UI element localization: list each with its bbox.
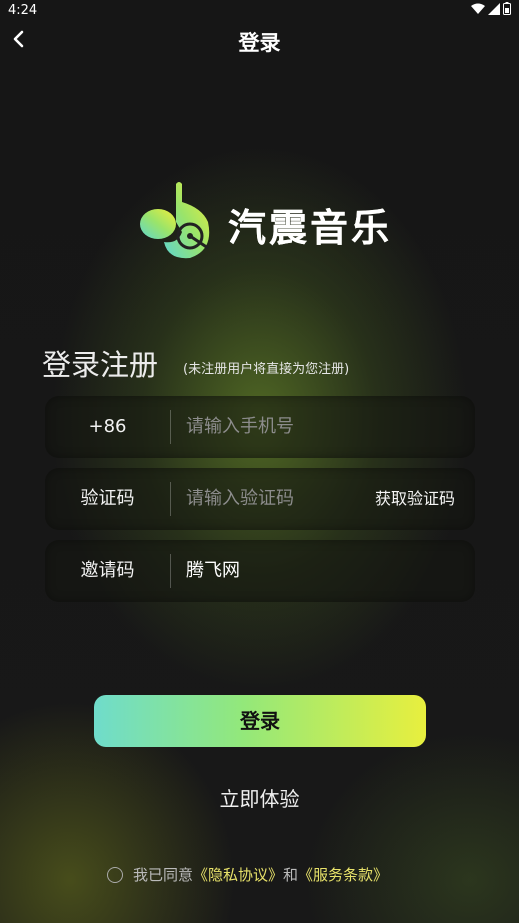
wifi-icon [471,3,485,14]
status-time: 4:24 [8,3,38,18]
code-input[interactable] [186,468,356,530]
agree-prefix: 我已同意 [133,866,194,884]
invite-row: 邀请码 [45,540,475,602]
terms-link[interactable]: 《服务条款》 [298,864,388,885]
divider [170,554,171,588]
section-subtitle: (未注册用户将直接为您注册) [183,362,350,377]
page-title: 登录 [238,31,281,55]
privacy-link[interactable]: 《隐私协议》 [193,864,283,885]
agree-radio[interactable] [107,866,123,883]
invite-input[interactable] [186,540,446,602]
phone-input[interactable] [186,396,446,458]
battery-icon [503,2,511,15]
agreement: 我已同意 《隐私协议》 和 《服务条款》 [107,864,388,885]
code-label: 验证码 [80,488,135,509]
country-code[interactable]: +86 [45,396,170,458]
agree-and: 和 [283,866,299,884]
signal-icon [488,2,500,15]
phone-row: +86 [45,396,475,458]
divider [170,482,171,516]
section-title: 登录注册 [42,348,159,382]
status-icons [471,2,511,15]
brand-name: 汽震音乐 [228,197,392,252]
invite-label: 邀请码 [80,560,135,581]
code-row: 验证码 获取验证码 [45,468,475,530]
login-button[interactable]: 登录 [94,695,426,747]
try-now-link[interactable]: 立即体验 [0,783,519,812]
music-logo-icon [140,182,210,259]
get-code-button[interactable]: 获取验证码 [375,468,455,530]
divider [170,410,171,444]
